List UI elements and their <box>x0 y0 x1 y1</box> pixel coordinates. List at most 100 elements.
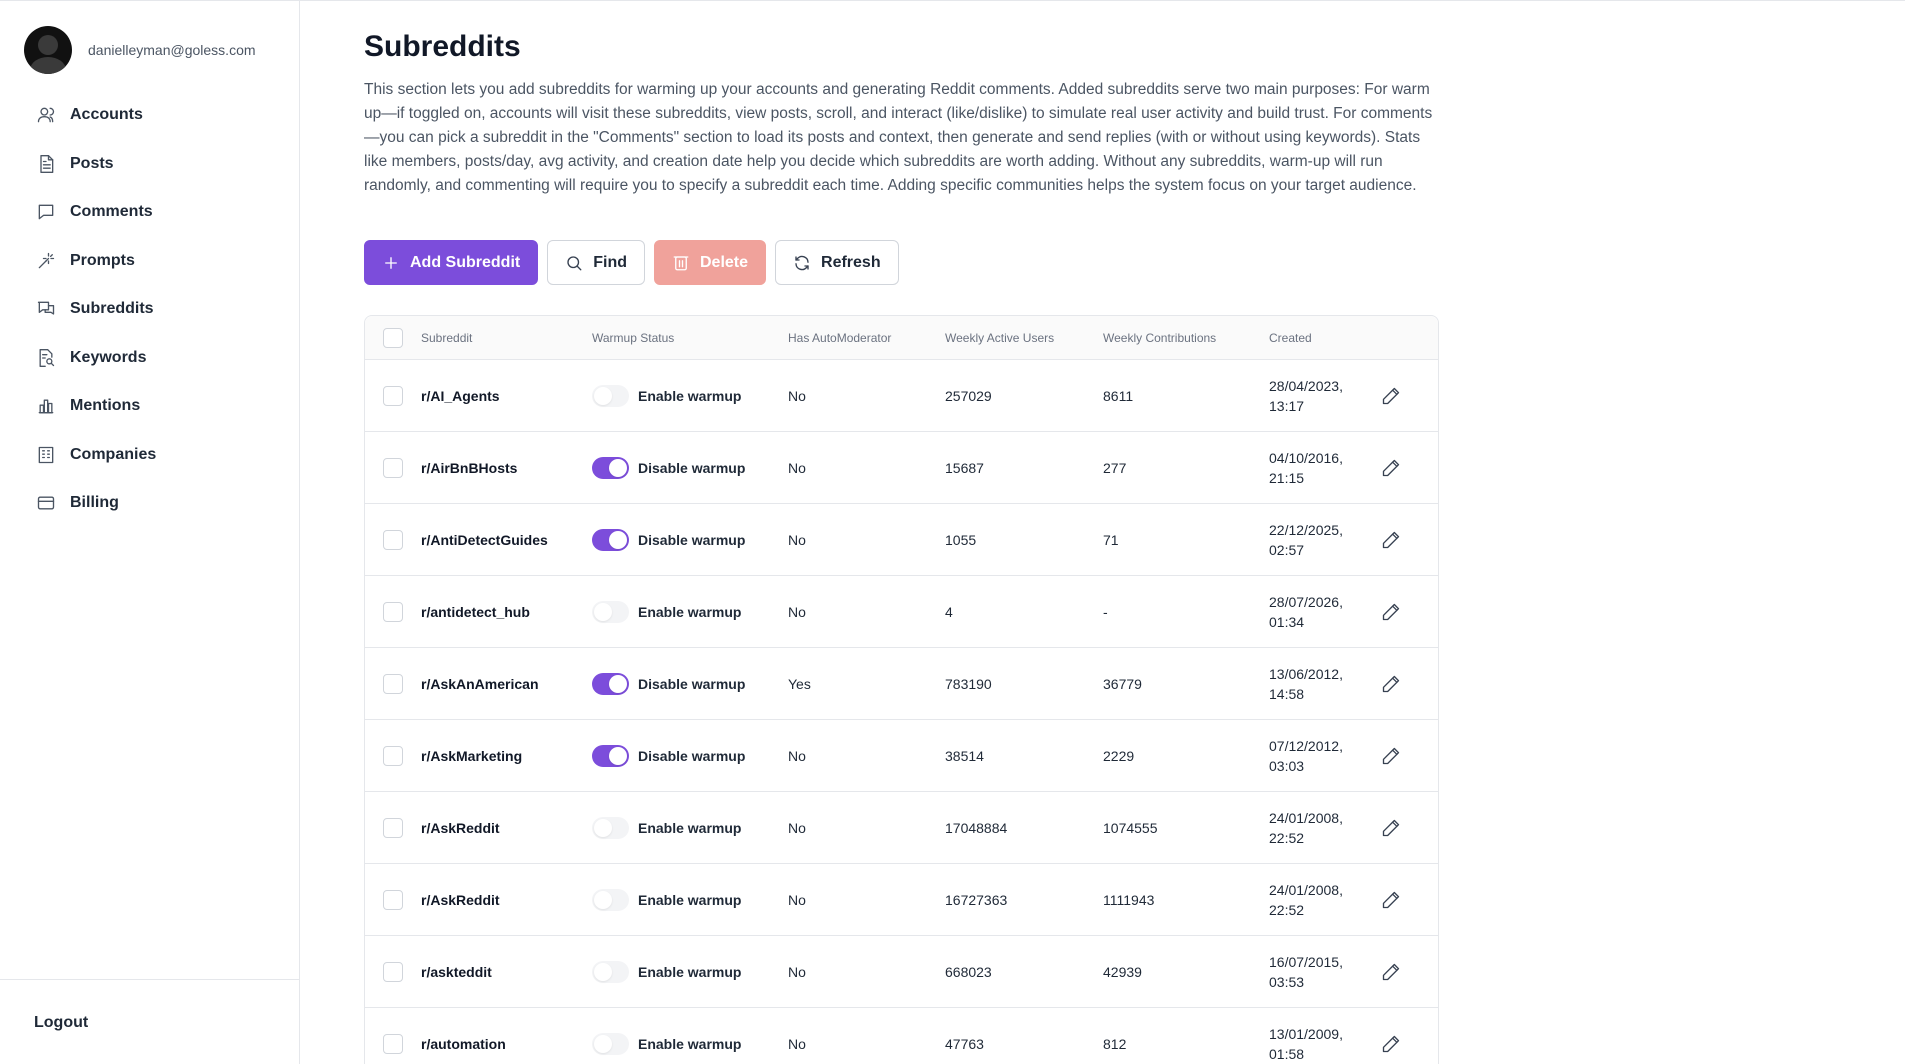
created-value: 04/10/2016, 21:15 <box>1269 448 1381 488</box>
table-row: r/AirBnBHosts Disable warmup No 15687 277 04/… <box>365 432 1438 504</box>
pencil-icon[interactable] <box>1381 386 1401 406</box>
find-label: Find <box>593 253 627 271</box>
row-checkbox[interactable] <box>383 457 403 478</box>
warmup-toggle[interactable] <box>592 384 629 407</box>
delete-button[interactable]: Delete <box>653 240 767 285</box>
pencil-icon[interactable] <box>1381 890 1401 910</box>
subreddit-name: r/AskMarketing <box>421 747 523 764</box>
sidebar-item-posts[interactable]: Posts <box>24 140 274 189</box>
pencil-icon[interactable] <box>1381 746 1401 766</box>
pencil-icon[interactable] <box>1381 458 1401 478</box>
warmup-toggle[interactable] <box>592 600 629 623</box>
warmup-status: Disable warmup <box>592 456 788 479</box>
automoderator-value: No <box>788 963 806 980</box>
refresh-icon <box>795 255 809 270</box>
weekly-contributions-value: 812 <box>1103 1035 1127 1052</box>
warmup-toggle[interactable] <box>592 1032 629 1055</box>
weekly-active-users-value: 15687 <box>945 459 984 476</box>
created-date: 24/01/2008, <box>1269 809 1343 826</box>
automoderator-value: No <box>788 531 806 548</box>
table-row: r/automation Enable warmup No 47763 812 13/01… <box>365 1008 1438 1064</box>
created-time: 13:17 <box>1269 397 1305 414</box>
pencil-icon[interactable] <box>1381 1034 1401 1054</box>
row-checkbox[interactable] <box>383 1033 403 1054</box>
header-created[interactable]: Created <box>1269 328 1381 348</box>
subreddit-name: r/antidetect_hub <box>421 603 530 620</box>
sidebar-item-accounts[interactable]: Accounts <box>24 91 274 140</box>
row-checkbox[interactable] <box>383 673 403 694</box>
created-date: 28/07/2026, <box>1269 593 1343 610</box>
row-checkbox[interactable] <box>383 961 403 982</box>
header-automoderator[interactable]: Has AutoModerator <box>788 331 945 345</box>
row-checkbox[interactable] <box>383 889 403 910</box>
logout-button[interactable]: Logout <box>34 1014 88 1032</box>
sidebar-item-label: Posts <box>70 154 114 172</box>
sidebar-item-keywords[interactable]: Keywords <box>24 334 274 383</box>
warmup-status: Enable warmup <box>592 600 788 623</box>
row-checkbox[interactable] <box>383 817 403 838</box>
subreddit-name: r/automation <box>421 1035 506 1052</box>
user-email: danielleyman@goless.com <box>88 42 256 58</box>
row-checkbox[interactable] <box>383 385 403 406</box>
table-row: r/AskAnAmerican Disable warmup Yes 783190 36… <box>365 648 1438 720</box>
pencil-icon[interactable] <box>1381 602 1401 622</box>
created-value: 22/12/2025, 02:57 <box>1269 520 1381 560</box>
pencil-icon[interactable] <box>1381 530 1401 550</box>
automoderator-value: No <box>788 819 806 836</box>
warmup-label: Enable warmup <box>638 387 742 404</box>
warmup-toggle[interactable] <box>592 816 629 839</box>
warmup-status: Enable warmup <box>592 888 788 911</box>
comment-icon <box>38 204 54 220</box>
sidebar-item-label: Prompts <box>70 251 135 269</box>
header-weekly-contributions[interactable]: Weekly Contributions <box>1103 331 1269 345</box>
row-checkbox[interactable] <box>383 601 403 622</box>
warmup-toggle[interactable] <box>592 528 629 551</box>
created-date: 24/01/2008, <box>1269 881 1343 898</box>
toolbar: Add Subreddit Find Delete Refresh <box>364 240 908 285</box>
sidebar-item-prompts[interactable]: Prompts <box>24 237 274 286</box>
header-warmup-status[interactable]: Warmup Status <box>592 331 788 345</box>
table-header: Subreddit Warmup Status Has AutoModerato… <box>365 316 1438 360</box>
sidebar-divider <box>0 979 300 980</box>
weekly-contributions-value: 8611 <box>1103 387 1134 404</box>
subreddit-name: r/AI_Agents <box>421 387 500 404</box>
warmup-label: Disable warmup <box>638 531 746 548</box>
table-row: r/AskReddit Enable warmup No 16727363 111194… <box>365 864 1438 936</box>
weekly-contributions-value: 36779 <box>1103 675 1142 692</box>
user-icon <box>37 107 55 123</box>
automoderator-value: No <box>788 747 806 764</box>
warmup-label: Disable warmup <box>638 675 746 692</box>
sidebar-item-mentions[interactable]: Mentions <box>24 382 274 431</box>
weekly-contributions-value: 2229 <box>1103 747 1135 764</box>
row-checkbox[interactable] <box>383 529 403 550</box>
sidebar-item-subreddits[interactable]: Subreddits <box>24 285 274 334</box>
weekly-contributions-value: 1074555 <box>1103 819 1158 836</box>
weekly-active-users-value: 4 <box>945 603 953 620</box>
pencil-icon[interactable] <box>1381 962 1401 982</box>
pencil-icon[interactable] <box>1381 818 1401 838</box>
warmup-toggle[interactable] <box>592 456 629 479</box>
warmup-toggle[interactable] <box>592 960 629 983</box>
row-checkbox[interactable] <box>383 745 403 766</box>
sidebar-item-comments[interactable]: Comments <box>24 188 274 237</box>
select-all-checkbox[interactable] <box>383 327 403 348</box>
created-value: 13/01/2009, 01:58 <box>1269 1024 1381 1064</box>
header-weekly-active-users[interactable]: Weekly Active Users <box>945 331 1103 345</box>
weekly-contributions-value: 71 <box>1103 531 1119 548</box>
warmup-status: Disable warmup <box>592 672 788 695</box>
automoderator-value: No <box>788 1035 806 1052</box>
weekly-active-users-value: 257029 <box>945 387 992 404</box>
warmup-toggle[interactable] <box>592 888 629 911</box>
refresh-button[interactable]: Refresh <box>775 240 899 285</box>
header-subreddit[interactable]: Subreddit <box>421 331 592 345</box>
user-profile[interactable]: danielleyman@goless.com <box>24 26 256 74</box>
warmup-toggle[interactable] <box>592 744 629 767</box>
find-button[interactable]: Find <box>547 240 645 285</box>
pencil-icon[interactable] <box>1381 674 1401 694</box>
created-value: 28/04/2023, 13:17 <box>1269 376 1381 416</box>
sidebar-item-companies[interactable]: Companies <box>24 431 274 480</box>
add-subreddit-button[interactable]: Add Subreddit <box>364 240 539 285</box>
warmup-toggle[interactable] <box>592 672 629 695</box>
sidebar-item-billing[interactable]: Billing <box>24 479 274 528</box>
weekly-contributions-value: 277 <box>1103 459 1127 476</box>
